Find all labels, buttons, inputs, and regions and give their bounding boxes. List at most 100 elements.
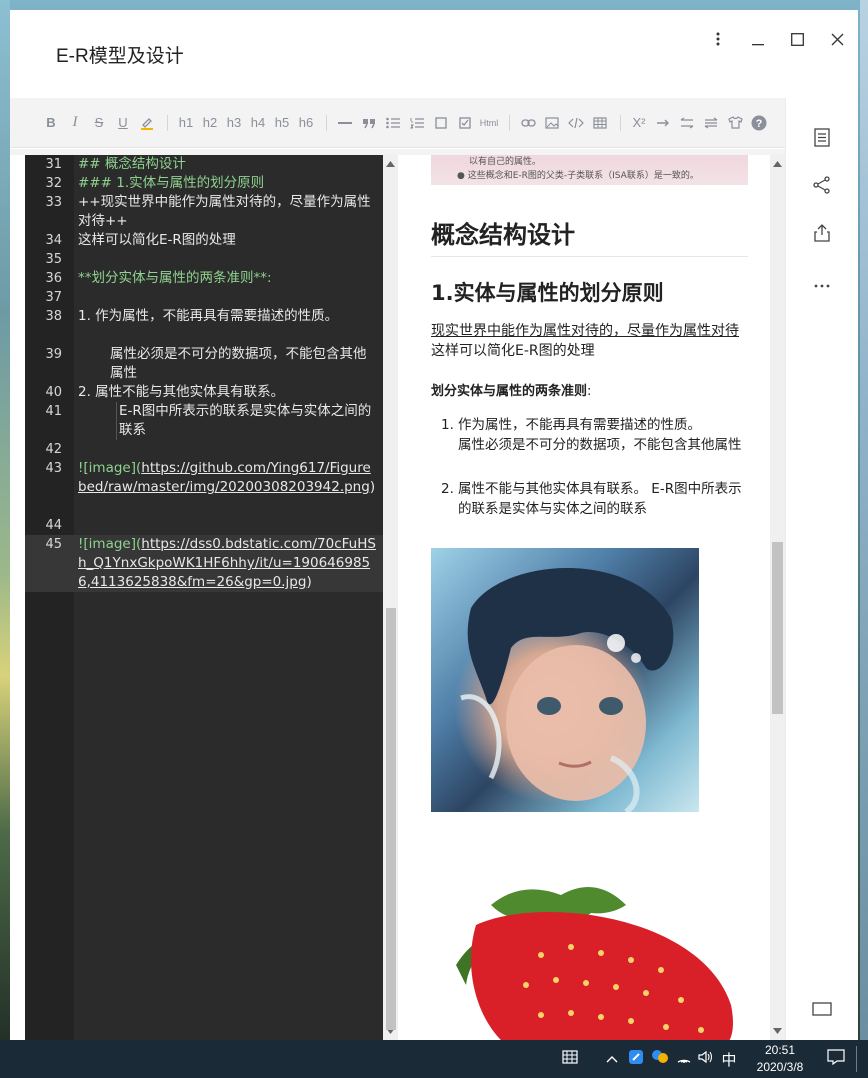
criteria-colon: :: [587, 384, 592, 399]
strike-label: S: [94, 115, 104, 130]
quote-icon: [362, 117, 376, 129]
toolbar-divider: [167, 114, 168, 131]
line-text: 属性必须是不可分的数据项，不能包含其他属性: [110, 346, 367, 381]
underlined-text: 现实世界中能作为属性对待的，尽量作为属性对待: [431, 323, 739, 339]
outline-button[interactable]: [810, 127, 834, 151]
maximize-icon: [790, 31, 804, 50]
h5-button[interactable]: h5: [271, 112, 293, 134]
strawberry-illustration: [456, 887, 733, 1040]
preview-scrollbar-thumb[interactable]: [772, 542, 783, 714]
sync-scroll-button[interactable]: [700, 112, 722, 134]
line-number: 44: [45, 518, 62, 533]
preview-top-image: 以有自己的属性。 ● 这些概念和E-R图的父类-子类联系（ISA联系）是一致的。: [431, 155, 748, 185]
code-button[interactable]: [565, 112, 587, 134]
task-list-button[interactable]: [454, 112, 476, 134]
ordered-list-button[interactable]: [406, 112, 428, 134]
h4-button[interactable]: h4: [247, 112, 269, 134]
underline-button[interactable]: U: [112, 112, 134, 134]
export-button[interactable]: [810, 223, 834, 247]
strikethrough-button[interactable]: S: [88, 112, 110, 134]
bullet-list-icon: [386, 117, 400, 129]
markdown-preview: 以有自己的属性。 ● 这些概念和E-R图的父类-子类联系（ISA联系）是一致的。…: [398, 155, 770, 1040]
quote-button[interactable]: [358, 112, 380, 134]
line-number: 45: [45, 537, 62, 552]
scroll-up-icon: [386, 161, 395, 167]
italic-label: I: [72, 114, 78, 130]
html-button[interactable]: Html: [478, 112, 500, 134]
ime-indicator[interactable]: 中: [718, 1040, 740, 1078]
keyboard-layout-button[interactable]: [557, 1040, 583, 1078]
editor-scrollbar-thumb[interactable]: [386, 608, 396, 1030]
bold-button[interactable]: B: [40, 112, 62, 134]
close-button[interactable]: [819, 22, 855, 58]
line-number: 32: [45, 176, 62, 191]
criteria-bold: 划分实体与属性的两条准则: [431, 384, 588, 399]
editor-line-active[interactable]: 45 ![image](https://dss0.bdstatic.com/70…: [25, 535, 383, 592]
toolbar-divider: [509, 114, 510, 131]
italic-button[interactable]: I: [64, 112, 86, 134]
desktop-wallpaper-right: [860, 0, 868, 1040]
code-icon: [568, 117, 584, 129]
show-desktop-divider: [856, 1046, 857, 1072]
line-number: 41: [45, 404, 62, 419]
network-button[interactable]: [674, 1040, 694, 1078]
line-number: 35: [45, 252, 62, 267]
windows-taskbar: 中 20:51 2020/3/8: [0, 1040, 868, 1078]
image-syntax-end: ): [306, 574, 312, 590]
editor-toolbar: B I S U h1 h2 h3 h4 h5 h6 Html X² ?: [10, 98, 785, 148]
toggle-view-button[interactable]: [810, 998, 834, 1022]
line-text: **划分实体与属性的两条准则**:: [78, 270, 272, 286]
plain-text: 这样可以简化E-R图的处理: [431, 343, 595, 359]
help-button[interactable]: ?: [748, 112, 770, 134]
line-text: ++现实世界中能作为属性对待的，尽量作为属性对待++: [78, 194, 371, 229]
line-number: 39: [45, 347, 62, 362]
image-button[interactable]: [541, 112, 563, 134]
list-text: 作为属性，不能再具有需要描述的性质。 属性必须是不可分的数据项，不能包含其他属性: [458, 415, 743, 455]
swap-button[interactable]: [676, 112, 698, 134]
theme-button[interactable]: [724, 112, 746, 134]
line-text: ![image](https://github.com/Ying617/Figu…: [78, 459, 378, 497]
clock-date: 2020/3/8: [756, 1060, 804, 1074]
minimize-button[interactable]: [740, 22, 776, 58]
superscript-button[interactable]: X²: [628, 112, 650, 134]
list-number: 2.: [441, 481, 454, 497]
underline-label: U: [118, 115, 128, 130]
line-text: ### 1.实体与属性的划分原则: [78, 175, 265, 191]
line-number: 42: [45, 442, 62, 457]
line-text: 2. 属性不能与其他实体具有联系。: [78, 384, 285, 400]
maximize-button[interactable]: [779, 22, 815, 58]
link-button[interactable]: [517, 112, 539, 134]
cloud-sync-icon: [651, 1049, 669, 1070]
image-syntax-end: ): [369, 479, 376, 495]
horizontal-rule-button[interactable]: [334, 112, 356, 134]
more-sidebar-button[interactable]: [810, 270, 834, 294]
highlighter-icon: [140, 116, 154, 130]
h2-button[interactable]: h2: [199, 112, 221, 134]
checkbox-button[interactable]: [430, 112, 452, 134]
grid-keyboard-icon: [562, 1049, 578, 1069]
h6-button[interactable]: h6: [295, 112, 317, 134]
action-center-button[interactable]: [822, 1040, 850, 1078]
tray-app-button[interactable]: [649, 1040, 671, 1078]
line-number: 34: [45, 233, 62, 248]
arrow-right-button[interactable]: [652, 112, 674, 134]
tray-app-button[interactable]: [625, 1040, 647, 1078]
volume-button[interactable]: [696, 1040, 716, 1078]
system-clock[interactable]: 20:51 2020/3/8: [745, 1042, 815, 1076]
h3-button[interactable]: h3: [223, 112, 245, 134]
table-button[interactable]: [589, 112, 611, 134]
highlight-button[interactable]: [136, 112, 158, 134]
image-syntax: ![image](: [78, 536, 142, 552]
notification-icon: [827, 1048, 845, 1070]
markdown-editor[interactable]: 31 ## 概念结构设计 32 ### 1.实体与属性的划分原则 33 ++现实…: [25, 155, 383, 1040]
show-hidden-icons-button[interactable]: [600, 1040, 624, 1078]
list-text-line: 作为属性，不能再具有需要描述的性质。: [458, 417, 701, 433]
h1-button[interactable]: h1: [175, 112, 197, 134]
share-button[interactable]: [810, 175, 834, 199]
scroll-up-icon: [773, 161, 782, 167]
help-icon: ?: [751, 115, 767, 131]
more-options-button[interactable]: [700, 22, 736, 58]
unordered-list-button[interactable]: [382, 112, 404, 134]
clock-time: 20:51: [764, 1043, 796, 1057]
horizontal-rule-icon: [338, 121, 352, 125]
